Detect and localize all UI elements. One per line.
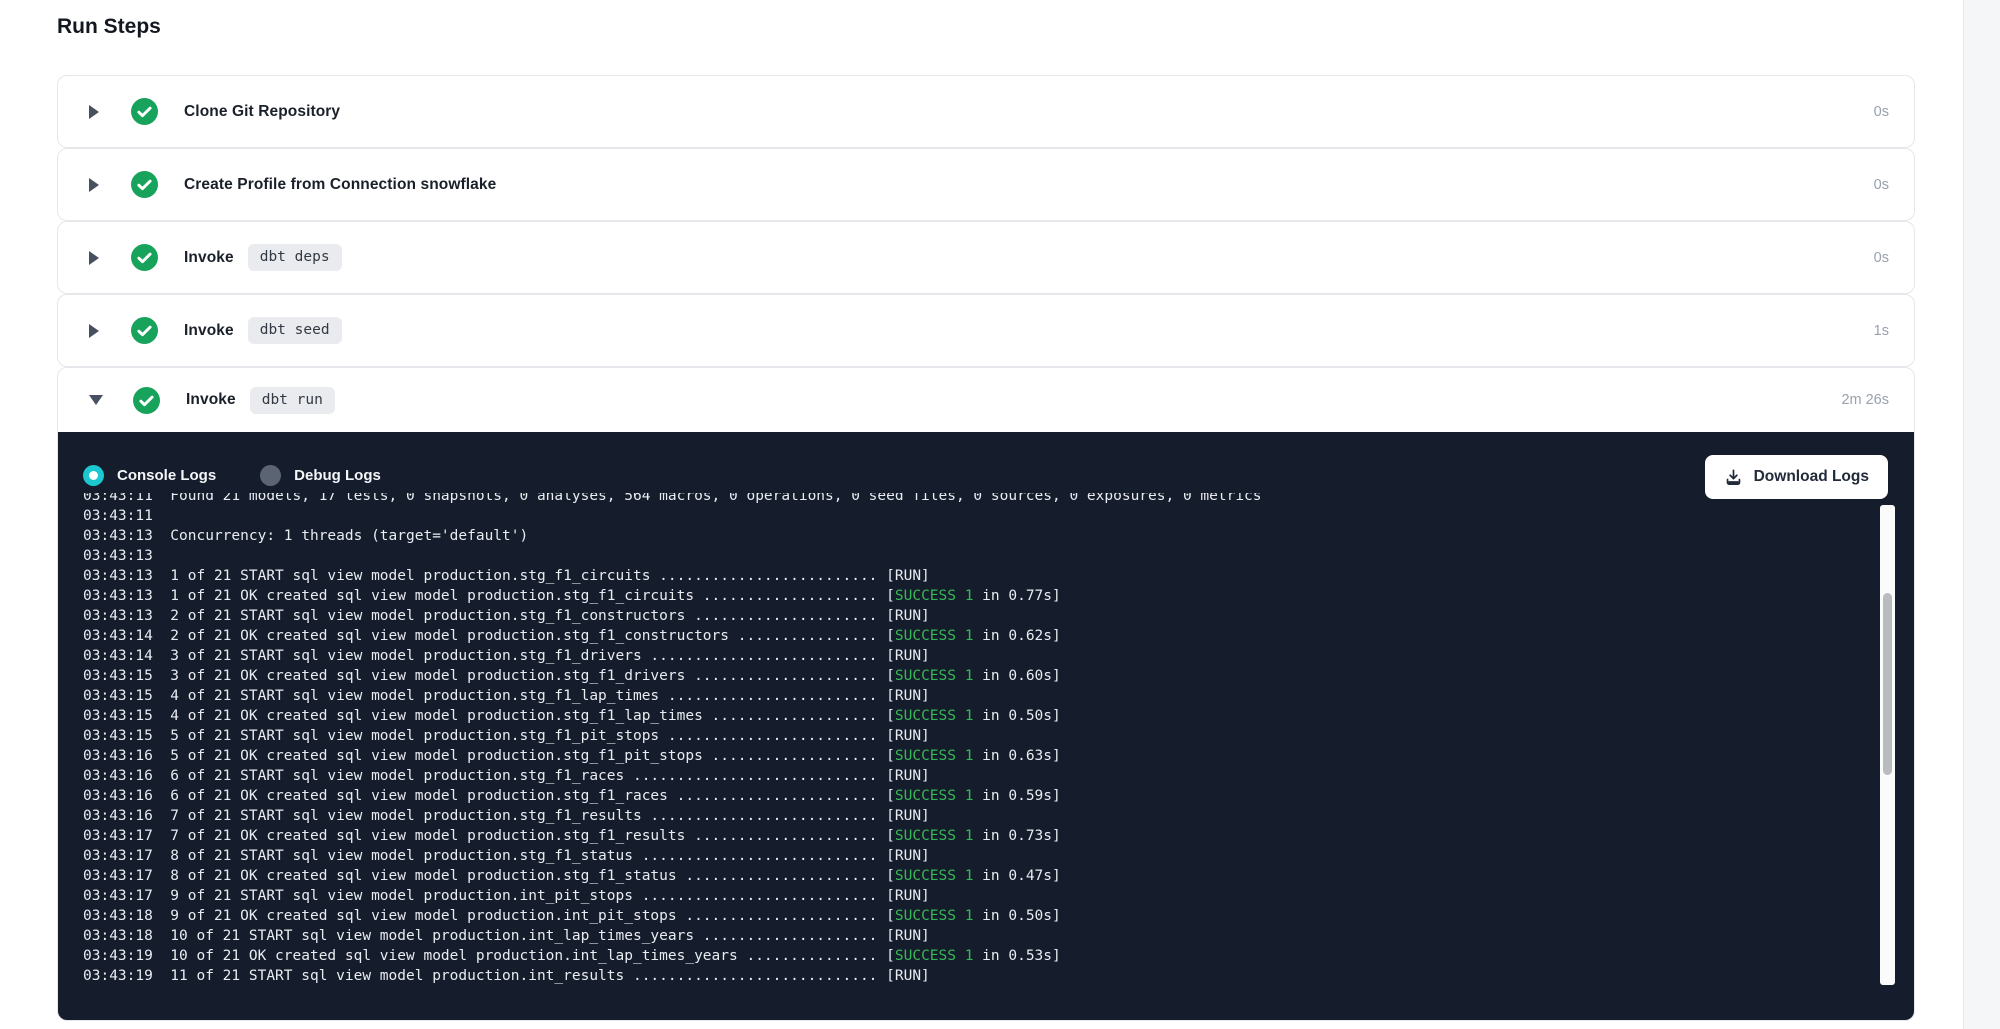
step-duration: 2m 26s — [1841, 392, 1889, 408]
radio-selected-icon[interactable] — [83, 465, 104, 486]
log-line: 03:43:19 11 of 21 START sql view model p… — [83, 966, 1854, 986]
step-duration: 1s — [1874, 323, 1889, 339]
step-card-create-profile: Create Profile from Connection snowflake… — [57, 148, 1915, 221]
step-row-dbt-run[interactable]: Invoke dbt run 2m 26s — [58, 368, 1914, 432]
step-title: Invoke — [184, 322, 234, 340]
log-line: 03:43:13 1 of 21 START sql view model pr… — [83, 566, 1854, 586]
log-line: 03:43:16 6 of 21 OK created sql view mod… — [83, 786, 1854, 806]
log-line: 03:43:13 Concurrency: 1 threads (target=… — [83, 526, 1854, 546]
success-check-icon — [131, 98, 158, 125]
step-card-dbt-seed: Invoke dbt seed 1s — [57, 294, 1915, 367]
step-duration: 0s — [1874, 104, 1889, 120]
console-log-output[interactable]: 03:43:11 Found 21 models, 17 tests, 0 sn… — [83, 493, 1854, 993]
step-title: Invoke — [186, 391, 236, 409]
step-row-dbt-deps[interactable]: Invoke dbt deps 0s — [58, 222, 1914, 293]
log-type-toggle: Console Logs Debug Logs — [83, 465, 381, 486]
console-panel: Console Logs Debug Logs — [58, 432, 1914, 1020]
log-line: 03:43:13 — [83, 546, 1854, 566]
console-scrollbar-thumb[interactable] — [1883, 593, 1892, 775]
step-card-dbt-deps: Invoke dbt deps 0s — [57, 221, 1915, 294]
log-line: 03:43:17 8 of 21 OK created sql view mod… — [83, 866, 1854, 886]
console-logs-label: Console Logs — [117, 467, 216, 484]
log-line: 03:43:16 5 of 21 OK created sql view mod… — [83, 746, 1854, 766]
step-duration: 0s — [1874, 177, 1889, 193]
log-line: 03:43:15 5 of 21 START sql view model pr… — [83, 726, 1854, 746]
step-row-dbt-seed[interactable]: Invoke dbt seed 1s — [58, 295, 1914, 366]
log-line: 03:43:17 7 of 21 OK created sql view mod… — [83, 826, 1854, 846]
debug-logs-tab[interactable]: Debug Logs — [260, 465, 381, 486]
step-row-create-profile[interactable]: Create Profile from Connection snowflake… — [58, 149, 1914, 220]
step-row-clone-git[interactable]: Clone Git Repository 0s — [58, 76, 1914, 147]
log-line: 03:43:14 2 of 21 OK created sql view mod… — [83, 626, 1854, 646]
command-badge: dbt deps — [248, 244, 342, 271]
radio-unselected-icon[interactable] — [260, 465, 281, 486]
chevron-right-icon[interactable] — [89, 105, 101, 119]
step-card-dbt-run: Invoke dbt run 2m 26s Console Logs Debug… — [57, 367, 1915, 1021]
run-steps-section: Run Steps Clone Git Repository 0s Create… — [57, 0, 1915, 1021]
log-line: 03:43:11 — [83, 506, 1854, 526]
log-line: 03:43:11 Found 21 models, 17 tests, 0 sn… — [83, 493, 1854, 506]
download-icon — [1724, 468, 1743, 487]
debug-logs-label: Debug Logs — [294, 467, 381, 484]
chevron-down-icon[interactable] — [89, 395, 103, 405]
success-check-icon — [131, 317, 158, 344]
command-badge: dbt run — [250, 387, 335, 414]
log-line: 03:43:19 10 of 21 OK created sql view mo… — [83, 946, 1854, 966]
step-duration: 0s — [1874, 250, 1889, 266]
log-line: 03:43:16 6 of 21 START sql view model pr… — [83, 766, 1854, 786]
log-line: 03:43:15 3 of 21 OK created sql view mod… — [83, 666, 1854, 686]
log-line: 03:43:15 4 of 21 OK created sql view mod… — [83, 706, 1854, 726]
log-line: 03:43:18 9 of 21 OK created sql view mod… — [83, 906, 1854, 926]
log-lines: 03:43:11 Found 21 models, 17 tests, 0 sn… — [83, 493, 1854, 986]
command-badge: dbt seed — [248, 317, 342, 344]
step-title: Create Profile from Connection snowflake — [184, 176, 496, 194]
step-title: Clone Git Repository — [184, 103, 340, 121]
chevron-right-icon[interactable] — [89, 251, 101, 265]
log-line: 03:43:13 2 of 21 START sql view model pr… — [83, 606, 1854, 626]
success-check-icon — [131, 171, 158, 198]
run-steps-list: Clone Git Repository 0s Create Profile f… — [57, 75, 1915, 1021]
log-line: 03:43:17 9 of 21 START sql view model pr… — [83, 886, 1854, 906]
success-check-icon — [131, 244, 158, 271]
chevron-right-icon[interactable] — [89, 178, 101, 192]
page-title: Run Steps — [57, 14, 1915, 40]
chevron-right-icon[interactable] — [89, 324, 101, 338]
download-logs-label: Download Logs — [1754, 468, 1869, 486]
log-line: 03:43:16 7 of 21 START sql view model pr… — [83, 806, 1854, 826]
log-line: 03:43:18 10 of 21 START sql view model p… — [83, 926, 1854, 946]
console-logs-tab[interactable]: Console Logs — [83, 465, 216, 486]
log-line: 03:43:13 1 of 21 OK created sql view mod… — [83, 586, 1854, 606]
step-card-clone-git: Clone Git Repository 0s — [57, 75, 1915, 148]
step-title: Invoke — [184, 249, 234, 267]
console-scrollbar[interactable] — [1880, 505, 1895, 985]
log-line: 03:43:17 8 of 21 START sql view model pr… — [83, 846, 1854, 866]
log-line: 03:43:15 4 of 21 START sql view model pr… — [83, 686, 1854, 706]
log-line: 03:43:14 3 of 21 START sql view model pr… — [83, 646, 1854, 666]
success-check-icon — [133, 387, 160, 414]
page-right-gutter — [1963, 0, 2000, 1029]
